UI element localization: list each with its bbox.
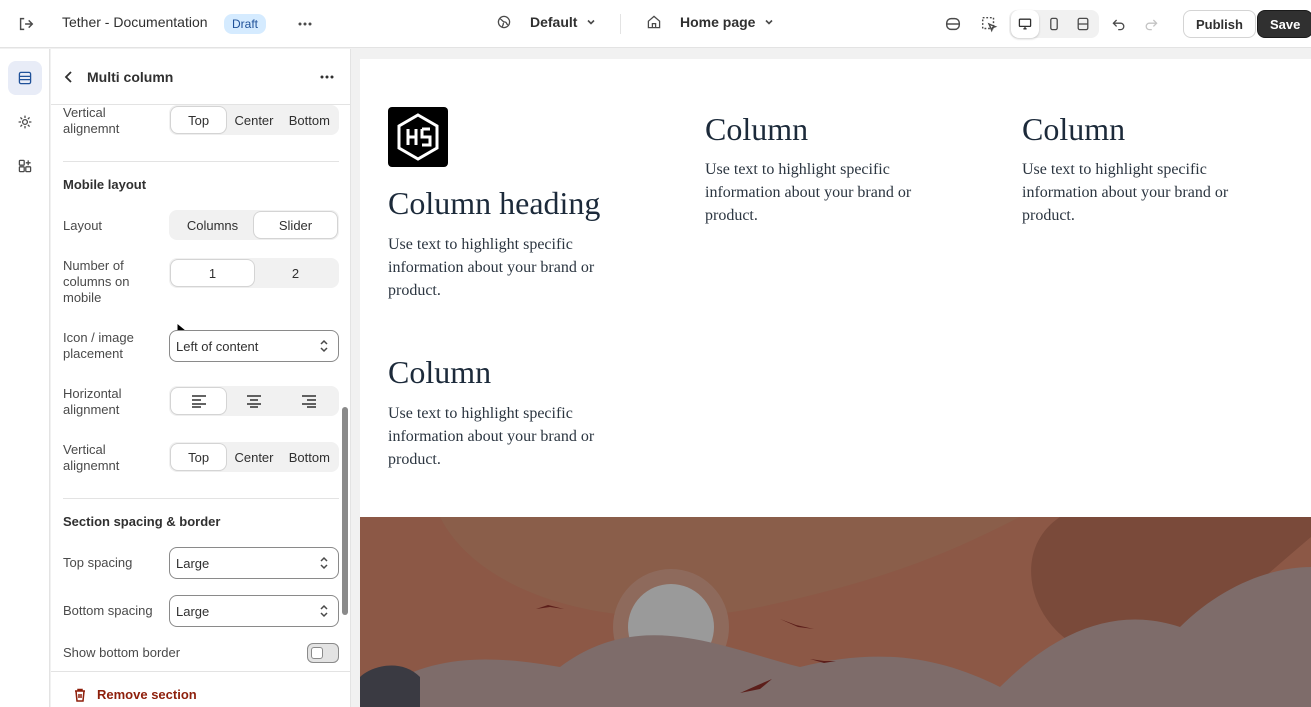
column-text: Use text to highlight specific informati… (388, 236, 595, 299)
save-button[interactable]: Save (1257, 10, 1311, 38)
settings-panel: Multi column Vertical alignemnt Top Cent… (51, 49, 351, 707)
section-spacing-heading: Section spacing & border (63, 514, 221, 529)
divider (620, 14, 621, 34)
hero-illustration (360, 517, 1311, 707)
top-bar: Tether - Documentation Draft Default Hom… (0, 0, 1311, 48)
fullscreen-icon[interactable] (1069, 10, 1097, 38)
layout-control: Columns Slider (169, 210, 339, 240)
vertical-alignment-control: Top Center Bottom (169, 105, 339, 135)
publish-button[interactable]: Publish (1183, 10, 1256, 38)
globe-icon (497, 15, 511, 29)
bottom-border-toggle[interactable] (307, 643, 339, 663)
remove-section-button[interactable]: Remove section (73, 687, 197, 702)
vertical-mobile-bottom-option[interactable]: Bottom (282, 444, 337, 470)
redo-icon[interactable] (1137, 10, 1165, 38)
preview-canvas: Column heading Use text to highlight spe… (360, 59, 1311, 707)
mobile-icon[interactable] (1040, 10, 1068, 38)
draft-badge: Draft (224, 14, 267, 34)
align-right-icon[interactable] (282, 388, 337, 414)
select-arrows-icon (320, 556, 328, 570)
align-center-icon[interactable] (226, 388, 281, 414)
column-text: Use text to highlight specific informati… (1022, 161, 1229, 224)
top-spacing-value: Large (176, 555, 210, 571)
vertical-mobile-center-option[interactable]: Center (226, 444, 281, 470)
horizontal-alignment-label: Horizontal alignment (63, 386, 122, 417)
store-title: Tether - Documentation (62, 14, 208, 30)
vertical-top-option[interactable]: Top (171, 107, 227, 133)
undo-icon[interactable] (1105, 10, 1133, 38)
columns-2-option[interactable]: 2 (254, 260, 337, 286)
column-heading: Column (1022, 111, 1126, 147)
columns-1-option[interactable]: 1 (171, 260, 254, 286)
column-text: Use text to highlight specific informati… (705, 161, 912, 224)
page-selector[interactable]: Home page (646, 14, 775, 30)
theme-selector[interactable]: Default (496, 14, 597, 30)
page-selector-label: Home page (680, 14, 756, 30)
bottom-spacing-label: Bottom spacing (63, 603, 153, 618)
select-arrows-icon (320, 339, 328, 353)
exit-icon[interactable] (12, 10, 40, 38)
gear-icon[interactable] (8, 105, 42, 139)
icon-placement-select[interactable]: Left of content (169, 330, 339, 362)
chevron-down-icon (587, 19, 596, 25)
divider (63, 161, 339, 162)
column-heading: Column (388, 354, 492, 390)
icon-placement-value: Left of content (176, 338, 259, 354)
select-element-icon[interactable] (975, 10, 1003, 38)
mobile-layout-heading: Mobile layout (63, 177, 147, 192)
trash-icon (75, 688, 85, 702)
back-arrow-icon[interactable] (55, 63, 83, 91)
vertical-mobile-top-option[interactable]: Top (171, 444, 227, 470)
remove-section-label: Remove section (97, 687, 197, 702)
column-heading: Column heading (388, 185, 601, 221)
icon-placement-label: Icon / image placement (63, 330, 134, 361)
columns-mobile-control: 1 2 (169, 258, 339, 288)
layout-slider-option[interactable]: Slider (254, 212, 337, 238)
panel-header: Multi column (51, 49, 350, 105)
column-heading: Column (705, 111, 809, 147)
vertical-center-option[interactable]: Center (226, 107, 281, 133)
chevron-down-icon (765, 19, 774, 25)
left-rail (0, 49, 50, 707)
panel-scrollbar[interactable] (342, 407, 348, 615)
brand-logo-icon (388, 107, 448, 167)
vertical-bottom-option[interactable]: Bottom (282, 107, 337, 133)
top-spacing-label: Top spacing (63, 555, 133, 570)
inspector-icon[interactable] (939, 10, 967, 38)
divider (51, 671, 350, 672)
panel-title: Multi column (87, 69, 174, 85)
desktop-icon[interactable] (1011, 10, 1039, 38)
vertical-alignment-mobile-label: Vertical alignemnt (63, 442, 120, 473)
toggle-knob (311, 647, 323, 659)
align-left-icon[interactable] (171, 388, 227, 414)
layout-columns-option[interactable]: Columns (171, 212, 254, 238)
column-text: Use text to highlight specific informati… (388, 405, 595, 468)
select-arrows-icon (320, 604, 328, 618)
layout-label: Layout (63, 218, 103, 233)
top-spacing-select[interactable]: Large (169, 547, 339, 579)
bottom-spacing-value: Large (176, 603, 210, 619)
device-toggle-group (1009, 10, 1099, 38)
vertical-alignment-label: Vertical alignemnt (63, 105, 120, 136)
more-options-icon[interactable] (313, 63, 341, 91)
bottom-spacing-select[interactable]: Large (169, 595, 339, 627)
theme-selector-label: Default (530, 14, 578, 30)
apps-icon[interactable] (8, 149, 42, 183)
bottom-border-label: Show bottom border (63, 645, 181, 660)
horizontal-alignment-control (169, 386, 339, 416)
columns-mobile-label: Number of columns on mobile (63, 258, 130, 305)
home-icon (647, 15, 661, 29)
sections-icon[interactable] (8, 61, 42, 95)
more-actions-icon[interactable] (291, 10, 319, 38)
divider (63, 498, 339, 499)
vertical-alignment-mobile-control: Top Center Bottom (169, 442, 339, 472)
